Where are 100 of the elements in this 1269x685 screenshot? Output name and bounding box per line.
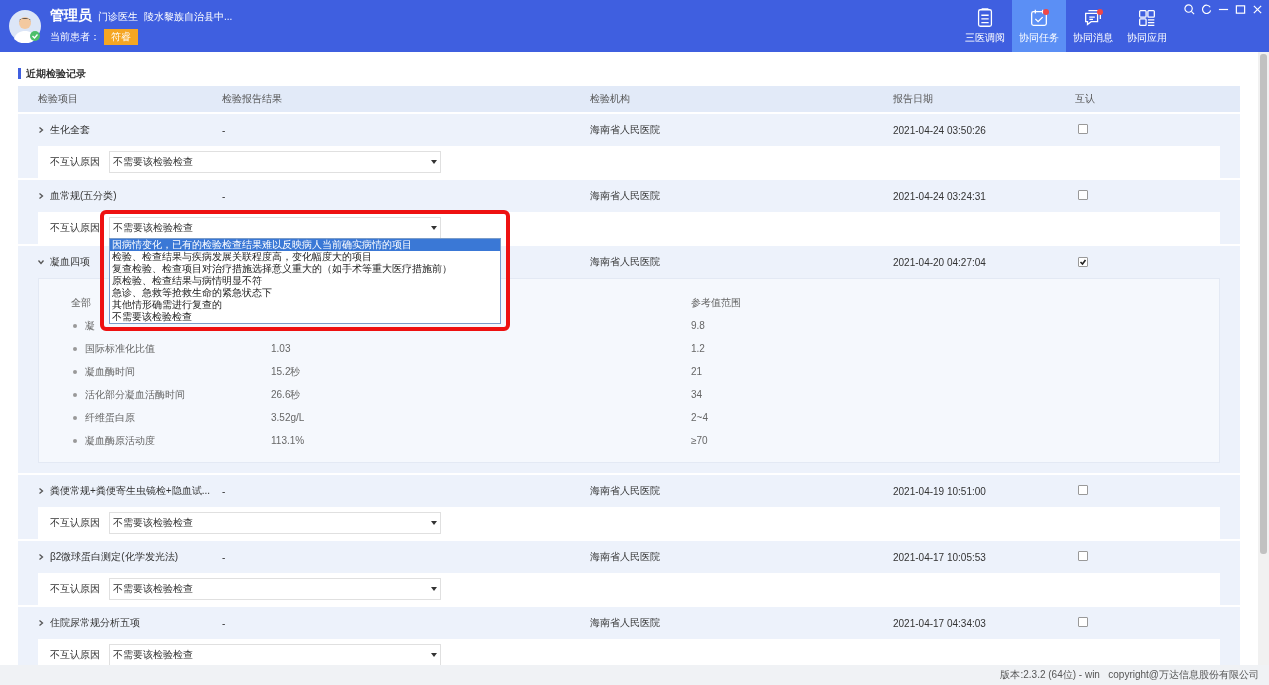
dropdown-option[interactable]: 原检验、检查结果与病情明显不符 [110,275,500,287]
maximize-icon[interactable] [1235,4,1246,15]
reference-range: 9.8 [691,320,705,331]
version-footer: 版本:2.3.2 (64位) - win copyright@万达信息股份有限公司 [0,665,1269,685]
sub-item-name: 凝血酶原活动度 [85,433,155,448]
dropdown-option[interactable]: 因病情变化，已有的检验检查结果难以反映病人当前确实病情的项目 [110,239,500,251]
column-header: 检验机构 [590,92,631,106]
caret-icon [431,521,437,525]
sub-item-name: 纤维蛋白原 [85,410,135,425]
checkbox[interactable] [1078,485,1088,495]
reference-range: 21 [691,366,703,377]
dropdown-option[interactable]: 复查检验、检查项目对治疗措施选择意义重大的（如手术等重大医疗措施前） [110,263,500,275]
column-header: 参考值范围 [691,296,741,308]
reason-select[interactable]: 不需要该检验检查 [109,512,441,534]
report-date: 2021-04-20 04:27:04 [893,256,987,268]
calendar-check-icon [1028,7,1050,29]
caret-icon [431,587,437,591]
checkbox[interactable] [1078,617,1088,627]
sub-item-name: 活化部分凝血活酶时间 [85,387,185,402]
search-icon[interactable] [1184,4,1195,15]
chevron-icon[interactable] [38,488,44,494]
sub-item-name: 国际标准化比值 [85,341,155,356]
bullet-icon [73,392,77,397]
nav-tab[interactable]: 协同消息 [1066,0,1120,52]
report-date: 2021-04-17 10:05:53 [893,551,987,563]
chevron-icon[interactable] [38,193,44,199]
nav-tab[interactable]: 三医调阅 [958,0,1012,52]
user-name: 管理员 [50,7,92,25]
institution: 海南省人民医院 [590,189,661,203]
column-header: 检验项目 [38,92,79,106]
caret-icon [431,226,437,230]
reason-label: 不互认原因 [50,582,100,596]
institution: 海南省人民医院 [590,484,661,498]
sub-item-name: 凝血酶时间 [85,364,135,379]
sub-item-value: 113.1% [271,435,305,446]
test-name[interactable]: 粪便常规+粪便寄生虫镜检+隐血试... [50,484,210,498]
chevron-icon[interactable] [38,620,44,626]
reason-select[interactable]: 不需要该检验检查 [109,578,441,600]
reference-range: 2~4 [691,412,708,423]
test-name[interactable]: 住院尿常规分析五项 [50,616,140,630]
sub-item-value: 26.6秒 [271,388,301,400]
section-title: 近期检验记录 [18,68,1240,79]
close-icon[interactable] [1252,4,1263,15]
sub-item-name: 凝 [85,318,95,333]
bullet-icon [73,438,77,443]
apps-icon [1136,7,1158,29]
chevron-icon[interactable] [38,554,44,560]
institution: 海南省人民医院 [590,550,661,564]
caret-icon [431,653,437,657]
user-role: 门诊医生 [98,10,138,24]
institution: 海南省人民医院 [590,616,661,630]
column-header: 全部 [71,296,91,308]
test-name[interactable]: β2微球蛋白测定(化学发光法) [50,550,178,564]
chevron-icon[interactable] [38,127,44,133]
dropdown-option[interactable]: 不需要该检验检查 [110,311,500,323]
institution: 海南省人民医院 [590,123,661,137]
bullet-icon [73,346,77,351]
reference-range: ≥70 [691,435,708,446]
checkbox[interactable] [1078,190,1088,200]
dropdown-option[interactable]: 检验、检查结果与疾病发展关联程度高，变化幅度大的项目 [110,251,500,263]
reason-label: 不互认原因 [50,155,100,169]
reason-label: 不互认原因 [50,516,100,530]
nav-tab[interactable]: 协同应用 [1120,0,1174,52]
bullet-icon [73,323,77,328]
dropdown-option[interactable]: 急诊、急救等抢救生命的紧急状态下 [110,287,500,299]
report-date: 2021-04-19 10:51:00 [893,485,987,497]
dropdown-option[interactable]: 其他情形确需进行复查的 [110,299,500,311]
reason-label: 不互认原因 [50,648,100,662]
chevron-icon[interactable] [38,259,44,265]
column-header: 报告日期 [893,92,934,106]
reason-select[interactable]: 不需要该检验检查 [109,217,441,239]
caret-icon [431,160,437,164]
reason-select[interactable]: 不需要该检验检查 [109,644,441,665]
test-name[interactable]: 生化全套 [50,123,90,137]
report-result: - [222,190,226,202]
scrollbar[interactable] [1260,54,1267,554]
patient-label: 当前患者： [50,30,100,44]
column-header: 互认 [1075,92,1096,106]
test-name[interactable]: 凝血四项 [50,255,90,269]
report-result: - [222,485,226,497]
report-result: - [222,551,226,563]
bullet-icon [73,415,77,420]
checkbox[interactable] [1078,551,1088,561]
bullet-icon [73,369,77,374]
checkbox[interactable] [1078,124,1088,134]
refresh-icon[interactable] [1201,4,1212,15]
column-header: 检验报告结果 [222,92,283,106]
report-date: 2021-04-17 04:34:03 [893,617,987,629]
sub-item-value: 3.52g/L [271,412,305,423]
reason-select[interactable]: 不需要该检验检查 [109,151,441,173]
reference-range: 34 [691,389,703,400]
sub-item-value: 1.03 [271,343,291,354]
test-name[interactable]: 血常规(五分类) [50,189,117,203]
checkbox[interactable] [1078,256,1088,267]
avatar-icon [8,9,42,43]
report-date: 2021-04-24 03:50:26 [893,124,987,136]
report-result: - [222,124,226,136]
hospital-name: 陵水黎族自治县中... [144,10,233,24]
report-date: 2021-04-24 03:24:31 [893,190,987,202]
reason-label: 不互认原因 [50,221,100,235]
